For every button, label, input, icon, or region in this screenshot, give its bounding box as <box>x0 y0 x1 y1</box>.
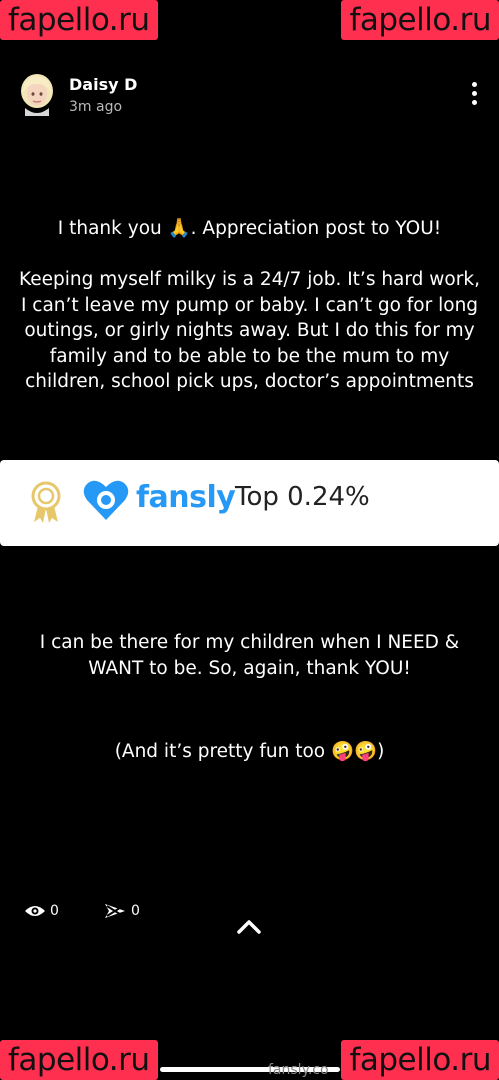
caption-paragraph-2: Keeping myself milky is a 24/7 job. It’s… <box>19 269 480 392</box>
watermark-bottom-right: fapello.ru <box>341 1040 499 1080</box>
chevron-up-icon[interactable] <box>235 915 263 937</box>
caption-paragraph-4: (And it’s pretty fun too 🤪🤪) <box>114 741 385 762</box>
shares-count-value: 0 <box>131 903 140 919</box>
views-count-value: 0 <box>50 903 59 919</box>
more-options-button[interactable] <box>467 82 481 110</box>
top-rank-text: Top 0.24% <box>235 482 370 512</box>
fansly-rank-banner: fansly Top 0.24% <box>0 460 499 546</box>
story-screen: Daisy D 3m ago I thank you 🙏. Appreciati… <box>0 0 499 1080</box>
post-timestamp: 3m ago <box>69 99 123 115</box>
caption-line-1: I thank you 🙏. Appreciation post to YOU! <box>57 218 442 239</box>
caption-paragraph-3: I can be there for my children when I NE… <box>39 632 460 679</box>
award-ribbon-icon <box>31 481 61 523</box>
views-count: 0 <box>24 901 59 921</box>
avatar[interactable] <box>18 72 56 116</box>
watermark-top-left: fapello.ru <box>0 0 158 40</box>
footer-url: fansly.co <box>268 1062 329 1078</box>
shares-count: 0 <box>103 901 140 921</box>
more-vertical-icon <box>471 82 477 87</box>
watermark-bottom-left: fapello.ru <box>0 1040 158 1080</box>
eye-icon <box>25 906 45 916</box>
watermark-top-right: fapello.ru <box>341 0 499 40</box>
fansly-logo-icon <box>83 480 129 520</box>
post-header: Daisy D 3m ago <box>0 70 499 124</box>
author-name[interactable]: Daisy D <box>69 75 137 94</box>
fansly-brand-text: fansly <box>136 480 236 515</box>
share-arrow-icon <box>105 904 125 918</box>
